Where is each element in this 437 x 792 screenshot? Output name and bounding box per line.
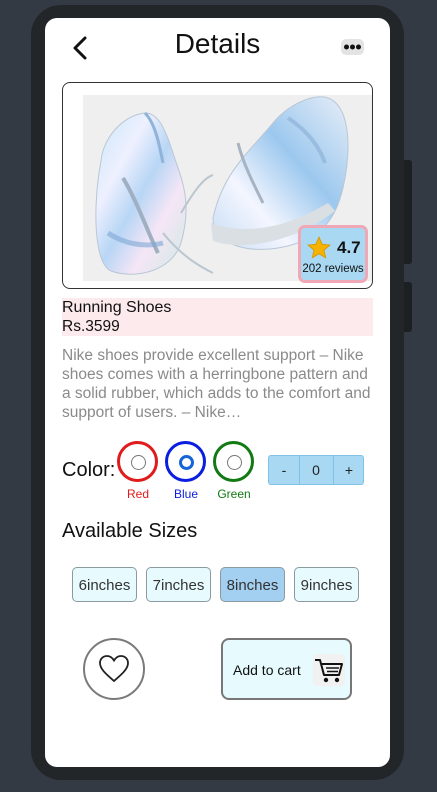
color-label-blue: Blue — [173, 487, 199, 501]
add-to-cart-label: Add to cart — [233, 662, 301, 678]
size-option-9[interactable]: 9inches — [294, 567, 359, 602]
favorite-button[interactable] — [83, 638, 145, 700]
decrement-button[interactable]: - — [269, 456, 300, 484]
screen: Details 4.7 202 reviews Running Shoes Rs… — [45, 18, 390, 767]
page-title: Details — [174, 28, 261, 59]
cart-icon — [313, 654, 345, 686]
more-horizontal-icon[interactable] — [341, 38, 365, 56]
heart-icon — [99, 655, 129, 683]
star-icon — [307, 236, 331, 259]
color-option-green[interactable] — [213, 441, 254, 482]
side-button-volume — [404, 160, 412, 264]
radio-icon — [227, 455, 242, 470]
product-description: Nike shoes provide excellent support – N… — [62, 347, 371, 421]
color-option-blue[interactable] — [165, 441, 206, 482]
quantity-value: 0 — [312, 462, 320, 478]
size-option-7[interactable]: 7inches — [146, 567, 211, 602]
review-count: 202 reviews — [302, 263, 364, 275]
color-label-green: Green — [217, 487, 251, 501]
product-name: Running Shoes — [62, 299, 172, 316]
color-option-red[interactable] — [117, 441, 158, 482]
radio-selected-icon — [179, 455, 194, 470]
radio-icon — [131, 455, 146, 470]
product-price: Rs.3599 — [62, 318, 120, 335]
increment-button[interactable]: + — [333, 456, 364, 484]
size-option-8[interactable]: 8inches — [220, 567, 285, 602]
color-label: Color: — [62, 459, 116, 481]
color-label-red: Red — [126, 487, 149, 501]
quantity-stepper: - 0 + — [268, 455, 364, 485]
side-button-power — [404, 282, 412, 332]
sizes-heading: Available Sizes — [62, 520, 198, 542]
add-to-cart-button[interactable]: Add to cart — [221, 638, 352, 700]
rating-badge: 4.7 202 reviews — [298, 225, 368, 283]
size-option-6[interactable]: 6inches — [72, 567, 137, 602]
rating-value: 4.7 — [337, 238, 361, 257]
